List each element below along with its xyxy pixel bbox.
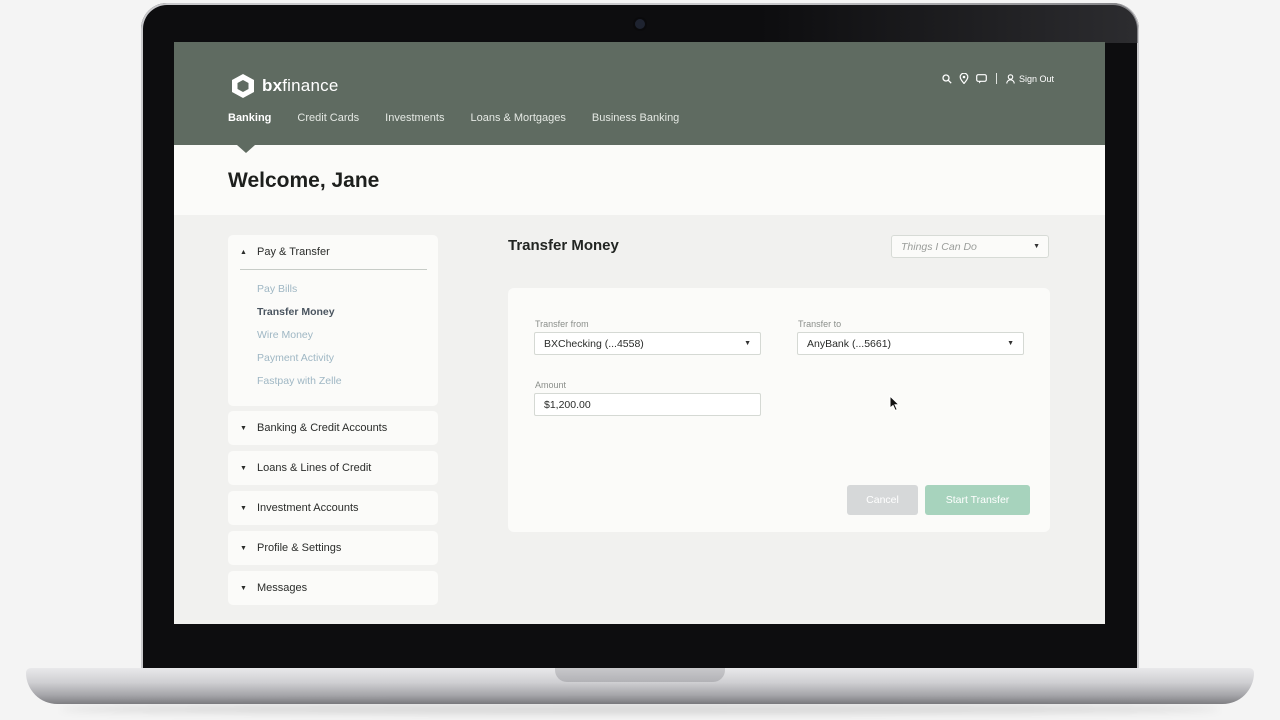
laptop-notch: [555, 668, 725, 682]
sidebar-section-banking-credit[interactable]: ▼ Banking & Credit Accounts: [228, 411, 438, 445]
dropdown-placeholder: Things I Can Do: [901, 240, 977, 253]
sidebar-header-pay-transfer[interactable]: ▲ Pay & Transfer: [228, 235, 438, 269]
camera-icon: [635, 19, 645, 29]
sidebar-header-label: Pay & Transfer: [257, 246, 330, 258]
start-transfer-button[interactable]: Start Transfer: [925, 485, 1030, 515]
sidebar-header-label: Banking & Credit Accounts: [257, 422, 388, 434]
sign-out-label: Sign Out: [1019, 73, 1055, 84]
nav-loans-mortgages[interactable]: Loans & Mortgages: [470, 112, 565, 124]
header-utility-icons: Sign Out: [942, 73, 1054, 84]
caret-down-icon: ▼: [240, 464, 247, 472]
brand-name: bxfinance: [262, 76, 339, 95]
sidebar-submenu: Pay Bills Transfer Money Wire Money Paym…: [228, 270, 438, 406]
caret-down-icon: ▼: [240, 424, 247, 432]
transfer-to-value: AnyBank (...5661): [807, 337, 892, 350]
nav-banking[interactable]: Banking: [228, 112, 271, 124]
amount-label: Amount: [535, 380, 567, 390]
laptop-shadow: [60, 704, 1220, 714]
search-icon[interactable]: [942, 73, 952, 84]
caret-up-icon: ▲: [240, 248, 247, 256]
nav-investments[interactable]: Investments: [385, 112, 444, 124]
sidebar-section-loans-credit[interactable]: ▼ Loans & Lines of Credit: [228, 451, 438, 485]
sidebar-header-label: Loans & Lines of Credit: [257, 462, 372, 474]
caret-down-icon: ▼: [240, 544, 247, 552]
bezel-reflection: [760, 3, 1138, 43]
chat-icon[interactable]: [976, 73, 987, 84]
transfer-to-select[interactable]: AnyBank (...5661) ▼: [797, 332, 1024, 355]
sidebar-header-label: Investment Accounts: [257, 502, 359, 514]
transfer-to-label: Transfer to: [798, 319, 842, 329]
sidebar-header-label: Messages: [257, 582, 308, 594]
sign-out-link[interactable]: Sign Out: [1006, 74, 1054, 84]
transfer-from-select[interactable]: BXChecking (...4558) ▼: [534, 332, 761, 355]
sidebar-section-messages[interactable]: ▼ Messages: [228, 571, 438, 605]
nav-business-banking[interactable]: Business Banking: [592, 112, 679, 124]
sidebar-section-pay-transfer: ▲ Pay & Transfer Pay Bills Transfer Mone…: [228, 235, 438, 406]
sidebar-item-fastpay-zelle[interactable]: Fastpay with Zelle: [257, 373, 438, 396]
sidebar-header-label: Profile & Settings: [257, 542, 342, 554]
user-icon: [1006, 73, 1015, 84]
caret-down-icon: ▼: [240, 584, 247, 592]
transfer-from-value: BXChecking (...4558): [544, 337, 644, 350]
sidebar-item-pay-bills[interactable]: Pay Bills: [257, 281, 438, 304]
things-i-can-do-dropdown[interactable]: Things I Can Do ▼: [891, 235, 1049, 258]
transfer-from-label: Transfer from: [535, 319, 589, 329]
sidebar-item-payment-activity[interactable]: Payment Activity: [257, 350, 438, 373]
screen: bxfinance Sign Out Banking Credit Cards …: [174, 42, 1105, 624]
sidebar-item-wire-money[interactable]: Wire Money: [257, 327, 438, 350]
brand-logo[interactable]: bxfinance: [230, 73, 338, 99]
cancel-button[interactable]: Cancel: [847, 485, 918, 515]
divider: [996, 73, 997, 84]
sidebar-section-profile-settings[interactable]: ▼ Profile & Settings: [228, 531, 438, 565]
section-title: Transfer Money: [508, 237, 619, 254]
location-pin-icon[interactable]: [959, 73, 969, 84]
top-bar: bxfinance Sign Out Banking Credit Cards …: [174, 42, 1105, 145]
mouse-cursor-icon: [889, 395, 901, 412]
caret-down-icon: ▼: [1033, 243, 1040, 250]
amount-input[interactable]: $1,200.00: [534, 393, 761, 416]
caret-down-icon: ▼: [240, 504, 247, 512]
nav-credit-cards[interactable]: Credit Cards: [297, 112, 359, 124]
main-nav: Banking Credit Cards Investments Loans &…: [228, 112, 705, 124]
active-nav-indicator: [237, 145, 255, 153]
hexagon-logo-icon: [232, 74, 254, 98]
sidebar-section-investment-accounts[interactable]: ▼ Investment Accounts: [228, 491, 438, 525]
sidebar-item-transfer-money[interactable]: Transfer Money: [257, 304, 438, 327]
amount-value: $1,200.00: [544, 398, 591, 411]
page-title: Welcome, Jane: [228, 169, 380, 192]
caret-down-icon: ▼: [744, 340, 751, 347]
caret-down-icon: ▼: [1007, 340, 1014, 347]
